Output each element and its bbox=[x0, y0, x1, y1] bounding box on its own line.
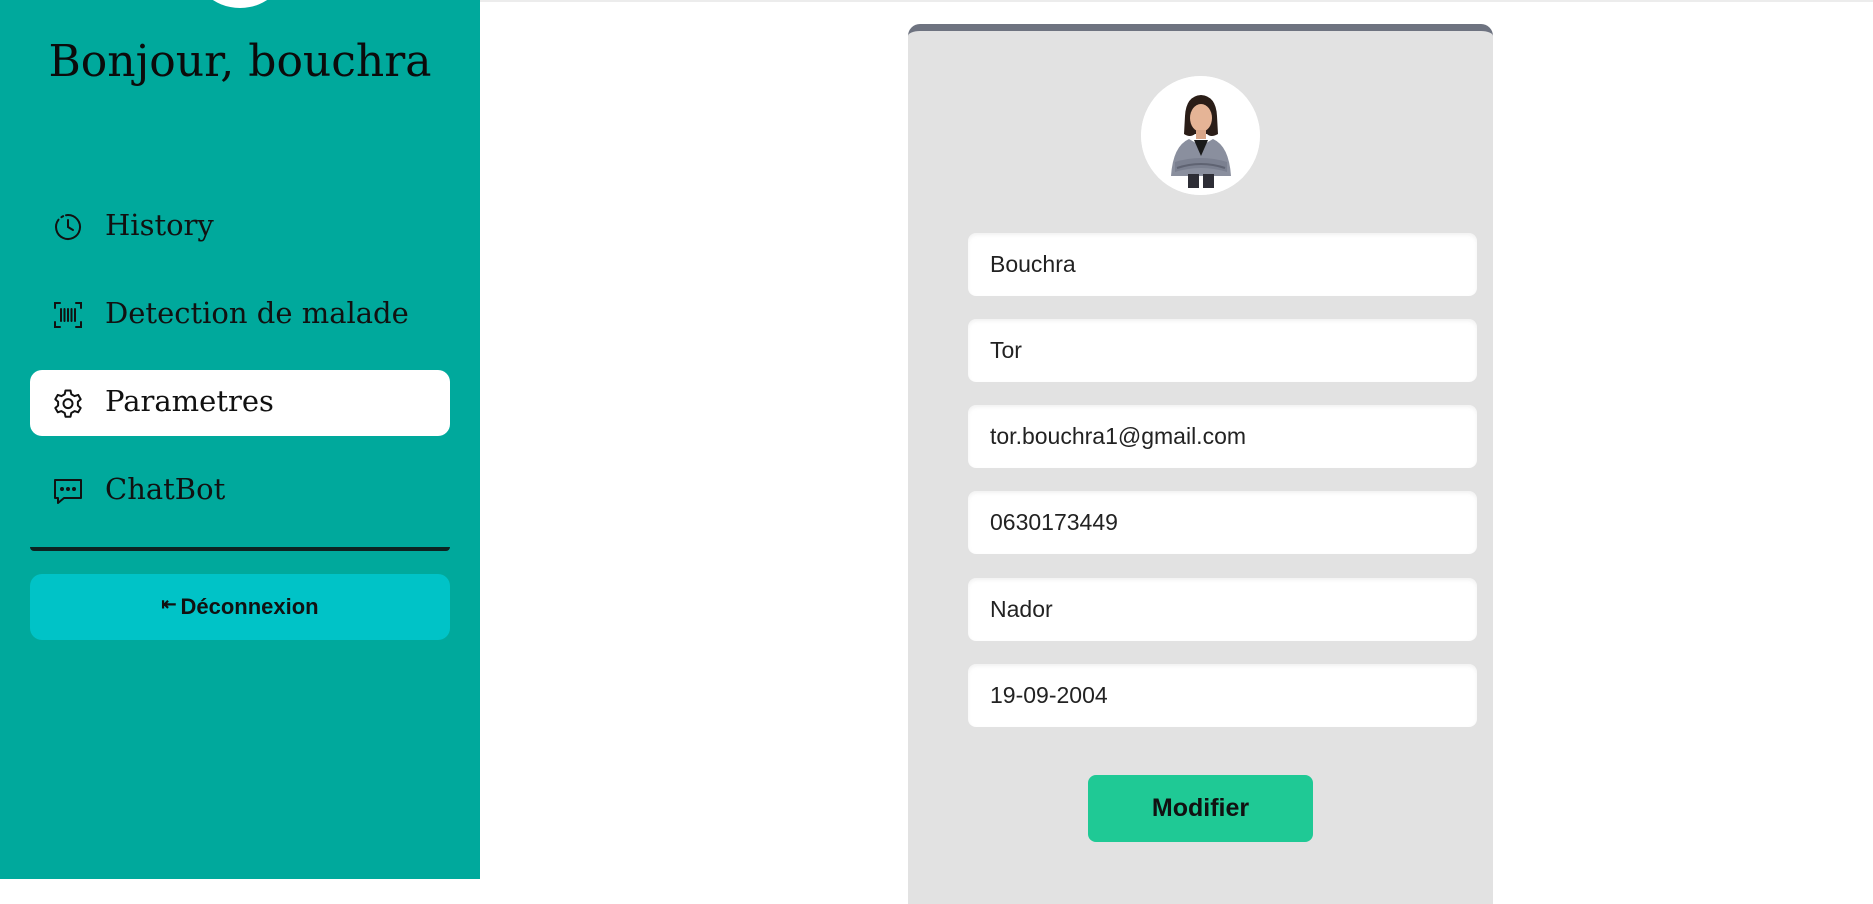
greeting-title: Bonjour, bouchra bbox=[48, 36, 432, 87]
chat-icon bbox=[52, 475, 84, 507]
sidebar-divider bbox=[30, 547, 450, 551]
barcode-scan-icon bbox=[52, 299, 84, 331]
city-field[interactable] bbox=[968, 578, 1477, 641]
sidebar-item-label: History bbox=[105, 208, 214, 242]
sidebar-item-label: Parametres bbox=[105, 384, 274, 418]
sidebar-item-parametres[interactable]: Parametres bbox=[30, 370, 450, 436]
logout-label: Déconnexion bbox=[180, 594, 319, 619]
logout-button[interactable]: ⇤ Déconnexion bbox=[30, 574, 450, 640]
gear-icon bbox=[52, 387, 84, 419]
logout-arrow-icon: ⇤ bbox=[161, 593, 177, 614]
last-name-field[interactable] bbox=[968, 319, 1477, 382]
birth-date-field[interactable] bbox=[968, 664, 1477, 727]
sidebar-nav: History Detection de malade Parametres C… bbox=[30, 194, 450, 546]
sidebar-item-chatbot[interactable]: ChatBot bbox=[30, 458, 450, 524]
email-field[interactable] bbox=[968, 405, 1477, 468]
sidebar-avatar bbox=[190, 0, 290, 8]
phone-field[interactable] bbox=[968, 491, 1477, 554]
sidebar: Bonjour, bouchra History Detection de ma… bbox=[0, 0, 480, 879]
sidebar-item-history[interactable]: History bbox=[30, 194, 450, 260]
first-name-field[interactable] bbox=[968, 233, 1477, 296]
profile-photo[interactable] bbox=[1141, 76, 1260, 195]
history-icon bbox=[52, 211, 84, 243]
sidebar-item-label: ChatBot bbox=[105, 472, 226, 506]
sidebar-item-label: Detection de malade bbox=[105, 296, 409, 330]
top-divider bbox=[480, 0, 1873, 2]
sidebar-item-detection[interactable]: Detection de malade bbox=[30, 282, 450, 348]
modify-button[interactable]: Modifier bbox=[1088, 775, 1313, 842]
